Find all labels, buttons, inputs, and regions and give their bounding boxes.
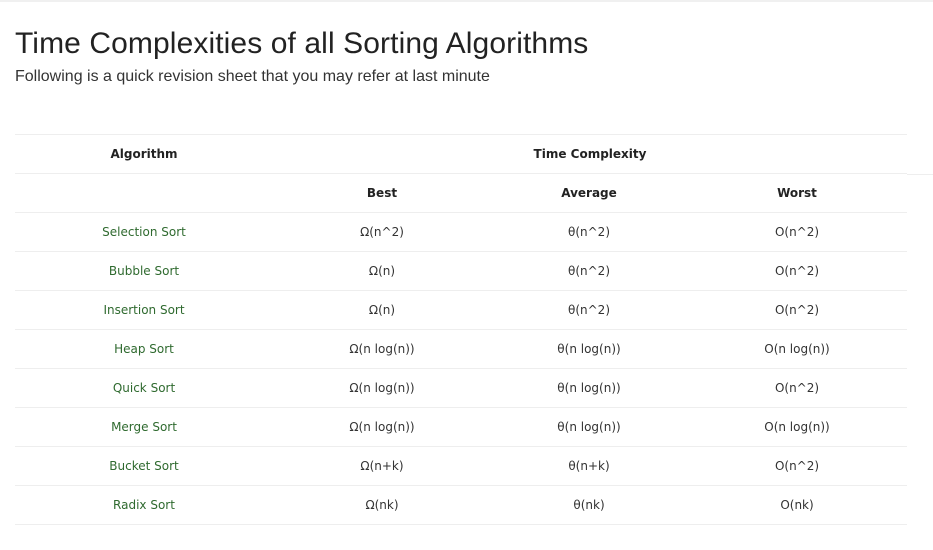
top-divider bbox=[0, 0, 933, 2]
algorithm-name-radix-sort[interactable]: Radix Sort bbox=[15, 485, 273, 525]
worst-case: O(n^2) bbox=[687, 368, 907, 408]
worst-case: O(n log(n)) bbox=[687, 407, 907, 447]
average-case: θ(n^2) bbox=[491, 212, 687, 252]
article-content: Time Complexities of all Sorting Algorit… bbox=[15, 24, 907, 525]
table-body: Selection Sort Ω(n^2) θ(n^2) O(n^2) Bubb… bbox=[15, 212, 907, 525]
average-case: θ(n log(n)) bbox=[491, 407, 687, 447]
header-divider-extension bbox=[907, 174, 933, 175]
average-case: θ(nk) bbox=[491, 485, 687, 525]
algorithm-name-quick-sort[interactable]: Quick Sort bbox=[15, 368, 273, 408]
complexity-table: Algorithm Time Complexity Best Average W… bbox=[15, 134, 907, 525]
best-case: Ω(n) bbox=[273, 251, 491, 291]
table-row: Bucket Sort Ω(n+k) θ(n+k) O(n^2) bbox=[15, 446, 907, 486]
algorithm-name-heap-sort[interactable]: Heap Sort bbox=[15, 329, 273, 369]
page-title: Time Complexities of all Sorting Algorit… bbox=[15, 27, 589, 60]
algorithm-name-merge-sort[interactable]: Merge Sort bbox=[15, 407, 273, 447]
best-case: Ω(n^2) bbox=[273, 212, 491, 252]
worst-case: O(n^2) bbox=[687, 446, 907, 486]
worst-case: O(nk) bbox=[687, 485, 907, 525]
table-row: Merge Sort Ω(n log(n)) θ(n log(n)) O(n l… bbox=[15, 407, 907, 447]
best-case: Ω(n log(n)) bbox=[273, 329, 491, 369]
header-empty bbox=[15, 173, 273, 213]
table-subheader-row: Best Average Worst bbox=[15, 173, 907, 213]
best-case: Ω(n log(n)) bbox=[273, 407, 491, 447]
table-header-row: Algorithm Time Complexity bbox=[15, 134, 907, 174]
algorithm-name-bubble-sort[interactable]: Bubble Sort bbox=[15, 251, 273, 291]
average-case: θ(n+k) bbox=[491, 446, 687, 486]
table-row: Heap Sort Ω(n log(n)) θ(n log(n)) O(n lo… bbox=[15, 329, 907, 369]
best-case: Ω(n log(n)) bbox=[273, 368, 491, 408]
algorithm-name-bucket-sort[interactable]: Bucket Sort bbox=[15, 446, 273, 486]
average-case: θ(n^2) bbox=[491, 251, 687, 291]
worst-case: O(n log(n)) bbox=[687, 329, 907, 369]
algorithm-name-insertion-sort[interactable]: Insertion Sort bbox=[15, 290, 273, 330]
worst-case: O(n^2) bbox=[687, 251, 907, 291]
best-case: Ω(n+k) bbox=[273, 446, 491, 486]
header-time-complexity: Time Complexity bbox=[273, 134, 907, 174]
worst-case: O(n^2) bbox=[687, 290, 907, 330]
worst-case: O(n^2) bbox=[687, 212, 907, 252]
best-case: Ω(n) bbox=[273, 290, 491, 330]
best-case: Ω(nk) bbox=[273, 485, 491, 525]
average-case: θ(n log(n)) bbox=[491, 329, 687, 369]
header-best: Best bbox=[273, 173, 491, 213]
algorithm-name-selection-sort[interactable]: Selection Sort bbox=[15, 212, 273, 252]
table-row: Insertion Sort Ω(n) θ(n^2) O(n^2) bbox=[15, 290, 907, 330]
page-subtitle: Following is a quick revision sheet that… bbox=[15, 68, 490, 85]
table-row: Radix Sort Ω(nk) θ(nk) O(nk) bbox=[15, 485, 907, 525]
header-average: Average bbox=[491, 173, 687, 213]
table-row: Quick Sort Ω(n log(n)) θ(n log(n)) O(n^2… bbox=[15, 368, 907, 408]
header-algorithm: Algorithm bbox=[15, 134, 273, 174]
average-case: θ(n log(n)) bbox=[491, 368, 687, 408]
table-row: Selection Sort Ω(n^2) θ(n^2) O(n^2) bbox=[15, 212, 907, 252]
header-worst: Worst bbox=[687, 173, 907, 213]
average-case: θ(n^2) bbox=[491, 290, 687, 330]
table-row: Bubble Sort Ω(n) θ(n^2) O(n^2) bbox=[15, 251, 907, 291]
